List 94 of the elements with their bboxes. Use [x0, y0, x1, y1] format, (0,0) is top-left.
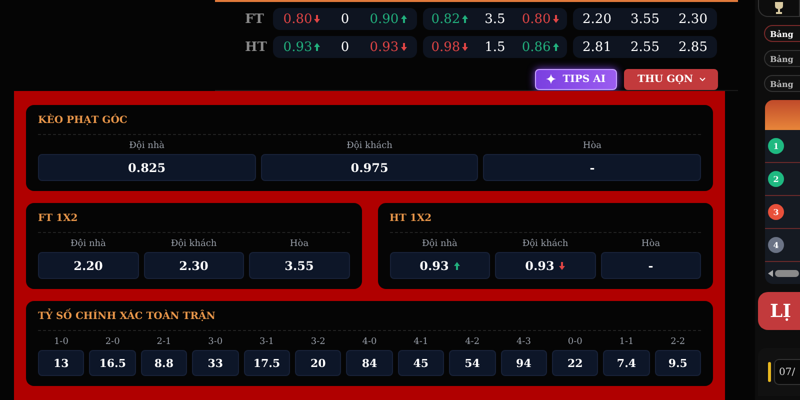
odds-value: 2.55 [630, 40, 660, 54]
tips-ai-button[interactable]: TIPS AI [534, 69, 617, 90]
market-title: HT 1X2 [390, 213, 701, 233]
arrow-down-icon [559, 262, 566, 270]
rank-badge: 4 [768, 237, 784, 253]
odds-value[interactable]: 2.20 [38, 252, 138, 279]
odds-value[interactable]: 3.55 [249, 252, 350, 279]
option-label: Đội nhà [129, 141, 165, 151]
odds-value[interactable]: - [483, 154, 702, 181]
arrow-down-icon [552, 15, 559, 23]
odds-value[interactable]: - [600, 252, 701, 279]
option-label: Đội nhà [70, 239, 106, 249]
table-tab[interactable]: Bảng [764, 50, 800, 67]
odds-value: 0.98 [431, 40, 468, 54]
trophy-icon[interactable] [758, 0, 800, 17]
odds-value: 3.5 [484, 12, 506, 26]
arrow-up-icon [552, 43, 559, 51]
odds-value[interactable]: 0.975 [260, 154, 478, 181]
odds-value: 0.82 [431, 12, 468, 26]
odds-value[interactable]: 94 [500, 350, 547, 376]
odds-value: 0 [340, 12, 350, 26]
arrow-down-icon [314, 15, 320, 23]
odds-value[interactable]: 45 [398, 350, 444, 376]
option-label: Đội nhà [422, 239, 458, 249]
option-label: 4-2 [465, 337, 480, 347]
odds-value: 0.93 [283, 40, 320, 54]
odds-value[interactable]: 0.93 [390, 252, 490, 279]
rank-badge: 1 [768, 138, 784, 154]
option-label: 4-0 [362, 337, 377, 347]
odds-value[interactable]: 22 [552, 350, 598, 376]
option-label: Hòa [290, 239, 309, 249]
market-title: KÈO PHẠT GÓC [38, 115, 701, 135]
rank-badge: 2 [768, 171, 784, 187]
odds-value[interactable]: 54 [449, 350, 496, 376]
option-label: Hòa [641, 239, 660, 249]
odds-value[interactable]: 8.8 [140, 350, 188, 376]
table-tab[interactable]: Bảng [764, 75, 800, 92]
arrow-up-icon [462, 15, 468, 23]
sparkle-icon [546, 74, 557, 85]
odds-value[interactable]: 0.93 [495, 252, 596, 279]
option-label: 3-1 [260, 337, 274, 347]
option-label: 0-0 [568, 337, 582, 347]
table-tab[interactable]: Bảng [764, 25, 800, 42]
scroll-left-icon[interactable] [768, 270, 773, 276]
arrow-up-icon [454, 262, 460, 270]
odds-value[interactable]: 33 [192, 350, 239, 376]
option-label: 3-2 [310, 337, 326, 347]
chevron-down-icon [699, 77, 706, 82]
market-title: FT 1X2 [38, 213, 350, 233]
odds-value: 0.80 [522, 12, 559, 26]
collapse-button[interactable]: THU GỌN [624, 69, 718, 90]
option-label: 2-1 [156, 337, 172, 347]
option-label: 3-0 [208, 337, 223, 347]
option-label: 2-0 [105, 337, 120, 347]
option-label: 1-0 [54, 337, 68, 347]
rank-badge: 3 [768, 204, 784, 220]
option-label: Đội khách [346, 141, 392, 151]
arrow-down-icon [400, 43, 407, 51]
arrow-up-icon [314, 43, 320, 51]
period-label: FT [245, 12, 265, 26]
date-field[interactable]: 07/ [774, 359, 800, 385]
option-label: Hòa [582, 141, 602, 151]
option-label: 4-1 [414, 337, 428, 347]
odds-value[interactable]: 9.5 [654, 350, 702, 376]
odds-value[interactable]: 0.825 [38, 154, 256, 181]
odds-value[interactable]: 84 [346, 350, 393, 376]
odds-value[interactable]: 7.4 [603, 350, 650, 376]
odds-value: 0.86 [522, 40, 559, 54]
option-label: 1-1 [619, 337, 634, 347]
option-label: Đội khách [170, 239, 217, 249]
odds-value: 0.90 [370, 12, 407, 26]
option-label: 4-3 [516, 337, 531, 347]
odds-value: 2.85 [678, 40, 708, 54]
market-title: TỶ SỐ CHÍNH XÁC TOÀN TRẬN [38, 311, 701, 331]
section-heading: LỊ [758, 292, 800, 330]
option-label: Đội khách [522, 239, 568, 249]
odds-value[interactable]: 17.5 [244, 350, 290, 376]
card-header [765, 100, 800, 130]
option-label: 2-2 [670, 337, 686, 347]
odds-value: 0 [340, 40, 350, 54]
arrow-up-icon [400, 15, 407, 23]
arrow-down-icon [462, 43, 468, 51]
odds-value[interactable]: 20 [294, 350, 342, 376]
odds-value: 2.81 [582, 40, 612, 54]
odds-value[interactable]: 16.5 [89, 350, 136, 376]
odds-value: 2.20 [582, 12, 612, 26]
odds-value: 0.93 [370, 40, 407, 54]
period-label: HT [245, 40, 267, 54]
odds-value[interactable]: 13 [38, 350, 84, 376]
odds-value: 3.55 [630, 12, 660, 26]
odds-value[interactable]: 2.30 [144, 252, 244, 279]
odds-value: 1.5 [484, 40, 506, 54]
odds-value: 0.80 [283, 12, 320, 26]
odds-value: 2.30 [678, 12, 708, 26]
